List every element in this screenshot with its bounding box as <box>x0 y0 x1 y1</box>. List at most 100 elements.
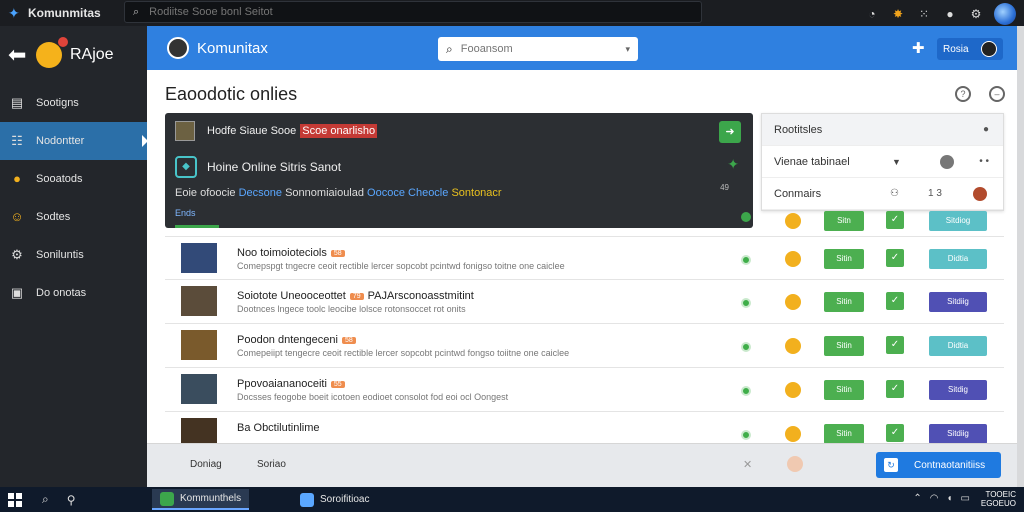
list-item-title-text: Soiotote Uneooceottet <box>237 290 346 302</box>
checkbox[interactable]: ✓ <box>886 336 904 354</box>
primary-action-label: Contnaotanitiiss <box>914 459 986 471</box>
filter-dropdown[interactable]: Vienae tabinael ▼ • • <box>762 146 1003 178</box>
sidebar-item-1[interactable]: ☷ Nodontter <box>0 122 147 160</box>
list-item-subtitle: Comepeiipt tengecre ceoit rectible lerce… <box>237 348 570 358</box>
help-icon[interactable]: ? <box>955 86 971 102</box>
thumbnail <box>181 330 217 360</box>
back-arrow-icon[interactable]: ⬅ <box>8 42 30 68</box>
thumbnail <box>181 243 217 273</box>
sparkle-icon[interactable]: ✦ <box>727 156 739 173</box>
notification-line-2: ◆ Hoine Online Sitris Sanot <box>175 156 341 178</box>
list-item-title: Poodon dntengeceni 58 <box>237 334 356 346</box>
status-dot <box>741 255 751 265</box>
content: Eaoodotic onlies ? – Hodfe Siaue Sooe Sc… <box>147 70 1017 487</box>
apps-grid-icon[interactable]: ⁙ <box>916 7 932 21</box>
list-item[interactable]: Noo toimoioteciols 58 Comepspgt tngecre ce… <box>165 236 1004 280</box>
sidebar-item-0[interactable]: ▤ Sootigns <box>0 84 147 122</box>
emoji-icon <box>785 213 801 229</box>
avatar[interactable] <box>973 186 987 201</box>
extension-icon[interactable]: ✸ <box>890 7 906 21</box>
close-icon[interactable]: ✕ <box>743 458 752 471</box>
more-icon[interactable]: ● <box>983 124 989 135</box>
notification-line-3: Eoie ofoocie Decsone Sonnomiaioulad Ooco… <box>175 187 502 199</box>
tag-badge: 55 <box>330 380 345 388</box>
line3-link-2[interactable]: Oococe Cheocle <box>367 187 448 199</box>
checkbox[interactable]: ✓ <box>886 211 904 229</box>
row-action-button[interactable]: Sitin <box>824 380 864 400</box>
sidebar-title: RAjoe <box>70 46 114 63</box>
footer-tab-2[interactable]: Soriao <box>257 459 286 470</box>
sidebar-item-2[interactable]: ● Sooatods <box>0 160 147 198</box>
member-list: Noo toimoioteciols 58 Comepspgt tngecre ce… <box>165 236 1004 456</box>
checkbox[interactable]: ✓ <box>886 380 904 398</box>
magnifier-icon[interactable]: ⚲ <box>67 493 76 507</box>
row-status-button[interactable]: Sitdiig <box>929 292 987 312</box>
row-status-button[interactable]: Sitdig <box>929 380 987 400</box>
globe-icon[interactable] <box>994 3 1016 25</box>
list-item-title: Ppovoaiananoceiti 55 <box>237 378 345 390</box>
footer-tab-1[interactable]: Doniag <box>190 459 222 470</box>
emoji-icon <box>785 338 801 354</box>
notification-icon[interactable]: ◔ <box>864 7 880 21</box>
thumbnail <box>181 286 217 316</box>
sidebar-item-3[interactable]: ☺ Sodtes <box>0 198 147 236</box>
network-icon[interactable]: ▭ <box>961 493 970 504</box>
list-item-title-text: Poodon dntengeceni <box>237 334 338 346</box>
user-menu-button[interactable]: Rosia <box>937 38 1003 60</box>
user-menu-label: Rosia <box>943 43 969 55</box>
row-action-button[interactable]: Sitin <box>824 249 864 269</box>
puzzle-icon[interactable]: ✚ <box>912 39 925 57</box>
sidebar-item-label: Do onotas <box>36 287 87 299</box>
sidebar-item-label: Sootigns <box>36 97 79 109</box>
pin-icon[interactable] <box>940 154 954 169</box>
comments-row[interactable]: Conmairs ⚇ 1 3 <box>762 178 1003 210</box>
avatar[interactable] <box>167 37 189 59</box>
row-action-button[interactable]: Sitin <box>824 336 864 356</box>
row-action-button[interactable]: Sitin <box>824 292 864 312</box>
list-item[interactable]: Ppovoaiananoceiti 55 Docsses feogobe boeit… <box>165 368 1004 412</box>
taskbar-app-1[interactable]: Kommunthels <box>152 489 250 510</box>
row-status-button[interactable]: Didtia <box>929 336 987 356</box>
row-action-button[interactable]: Sitn <box>824 211 864 231</box>
emoji-icon: ● <box>13 171 21 186</box>
partial-row: Sitn ✓ Sitdiog <box>165 211 1004 231</box>
github-icon[interactable]: ● <box>942 7 958 21</box>
speaker-icon[interactable]: ◖ <box>947 493 953 504</box>
windows-start-icon[interactable] <box>8 492 22 507</box>
notification-highlight: Scoe onarlisho <box>300 124 378 138</box>
sidebar-item-label: Sodtes <box>36 211 71 223</box>
ellipsis-icon[interactable]: • • <box>979 156 989 167</box>
primary-action-button[interactable]: ↻ Contnaotanitiiss <box>876 452 1001 478</box>
search-icon[interactable]: ⌕ <box>42 492 49 507</box>
minus-circle-icon[interactable]: – <box>989 86 1005 102</box>
settings-icon[interactable]: ⚙ <box>968 7 984 21</box>
header-search[interactable]: ⌕ ▾ <box>438 37 638 61</box>
checkbox[interactable]: ✓ <box>886 292 904 310</box>
confirm-button[interactable]: ➜ <box>719 121 741 143</box>
sidebar-item-4[interactable]: ⚙ Soniluntis <box>0 236 147 274</box>
chevron-up-icon[interactable]: ⌃ <box>913 493 921 504</box>
list-item[interactable]: Soiotote Uneooceottet 79 PAJArsconoasstmit… <box>165 280 1004 324</box>
list-item[interactable]: Poodon dntengeceni 58 Comepeiipt tengecre … <box>165 324 1004 368</box>
clock[interactable]: TOOEIC EGOEUO <box>981 490 1016 508</box>
chevron-down-icon[interactable]: ▼ <box>892 157 901 167</box>
checkbox[interactable]: ✓ <box>886 424 904 442</box>
global-search[interactable]: ⌕ <box>124 1 702 23</box>
line3-link[interactable]: Decsone <box>239 187 282 199</box>
app-icon <box>300 492 314 507</box>
sidebar-item-5[interactable]: ▣ Do onotas <box>0 274 147 312</box>
app-icon <box>160 491 174 506</box>
row-status-button[interactable]: Sitdiog <box>929 211 987 231</box>
global-search-input[interactable] <box>149 6 670 18</box>
scrollbar[interactable] <box>1017 26 1024 487</box>
chevron-down-icon[interactable]: ▾ <box>625 44 630 55</box>
row-action-button[interactable]: Sitin <box>824 424 864 444</box>
header-search-input[interactable] <box>460 43 611 55</box>
checkbox[interactable]: ✓ <box>886 249 904 267</box>
row-status-button[interactable]: Didtia <box>929 249 987 269</box>
wifi-icon[interactable]: ◠ <box>930 493 939 504</box>
document-icon: ▣ <box>10 285 24 300</box>
row-status-button[interactable]: Sitdiig <box>929 424 987 444</box>
taskbar-app-2[interactable]: Soroifitioac <box>292 489 377 510</box>
list-item-title-text: Ppovoaiananoceiti <box>237 378 327 390</box>
